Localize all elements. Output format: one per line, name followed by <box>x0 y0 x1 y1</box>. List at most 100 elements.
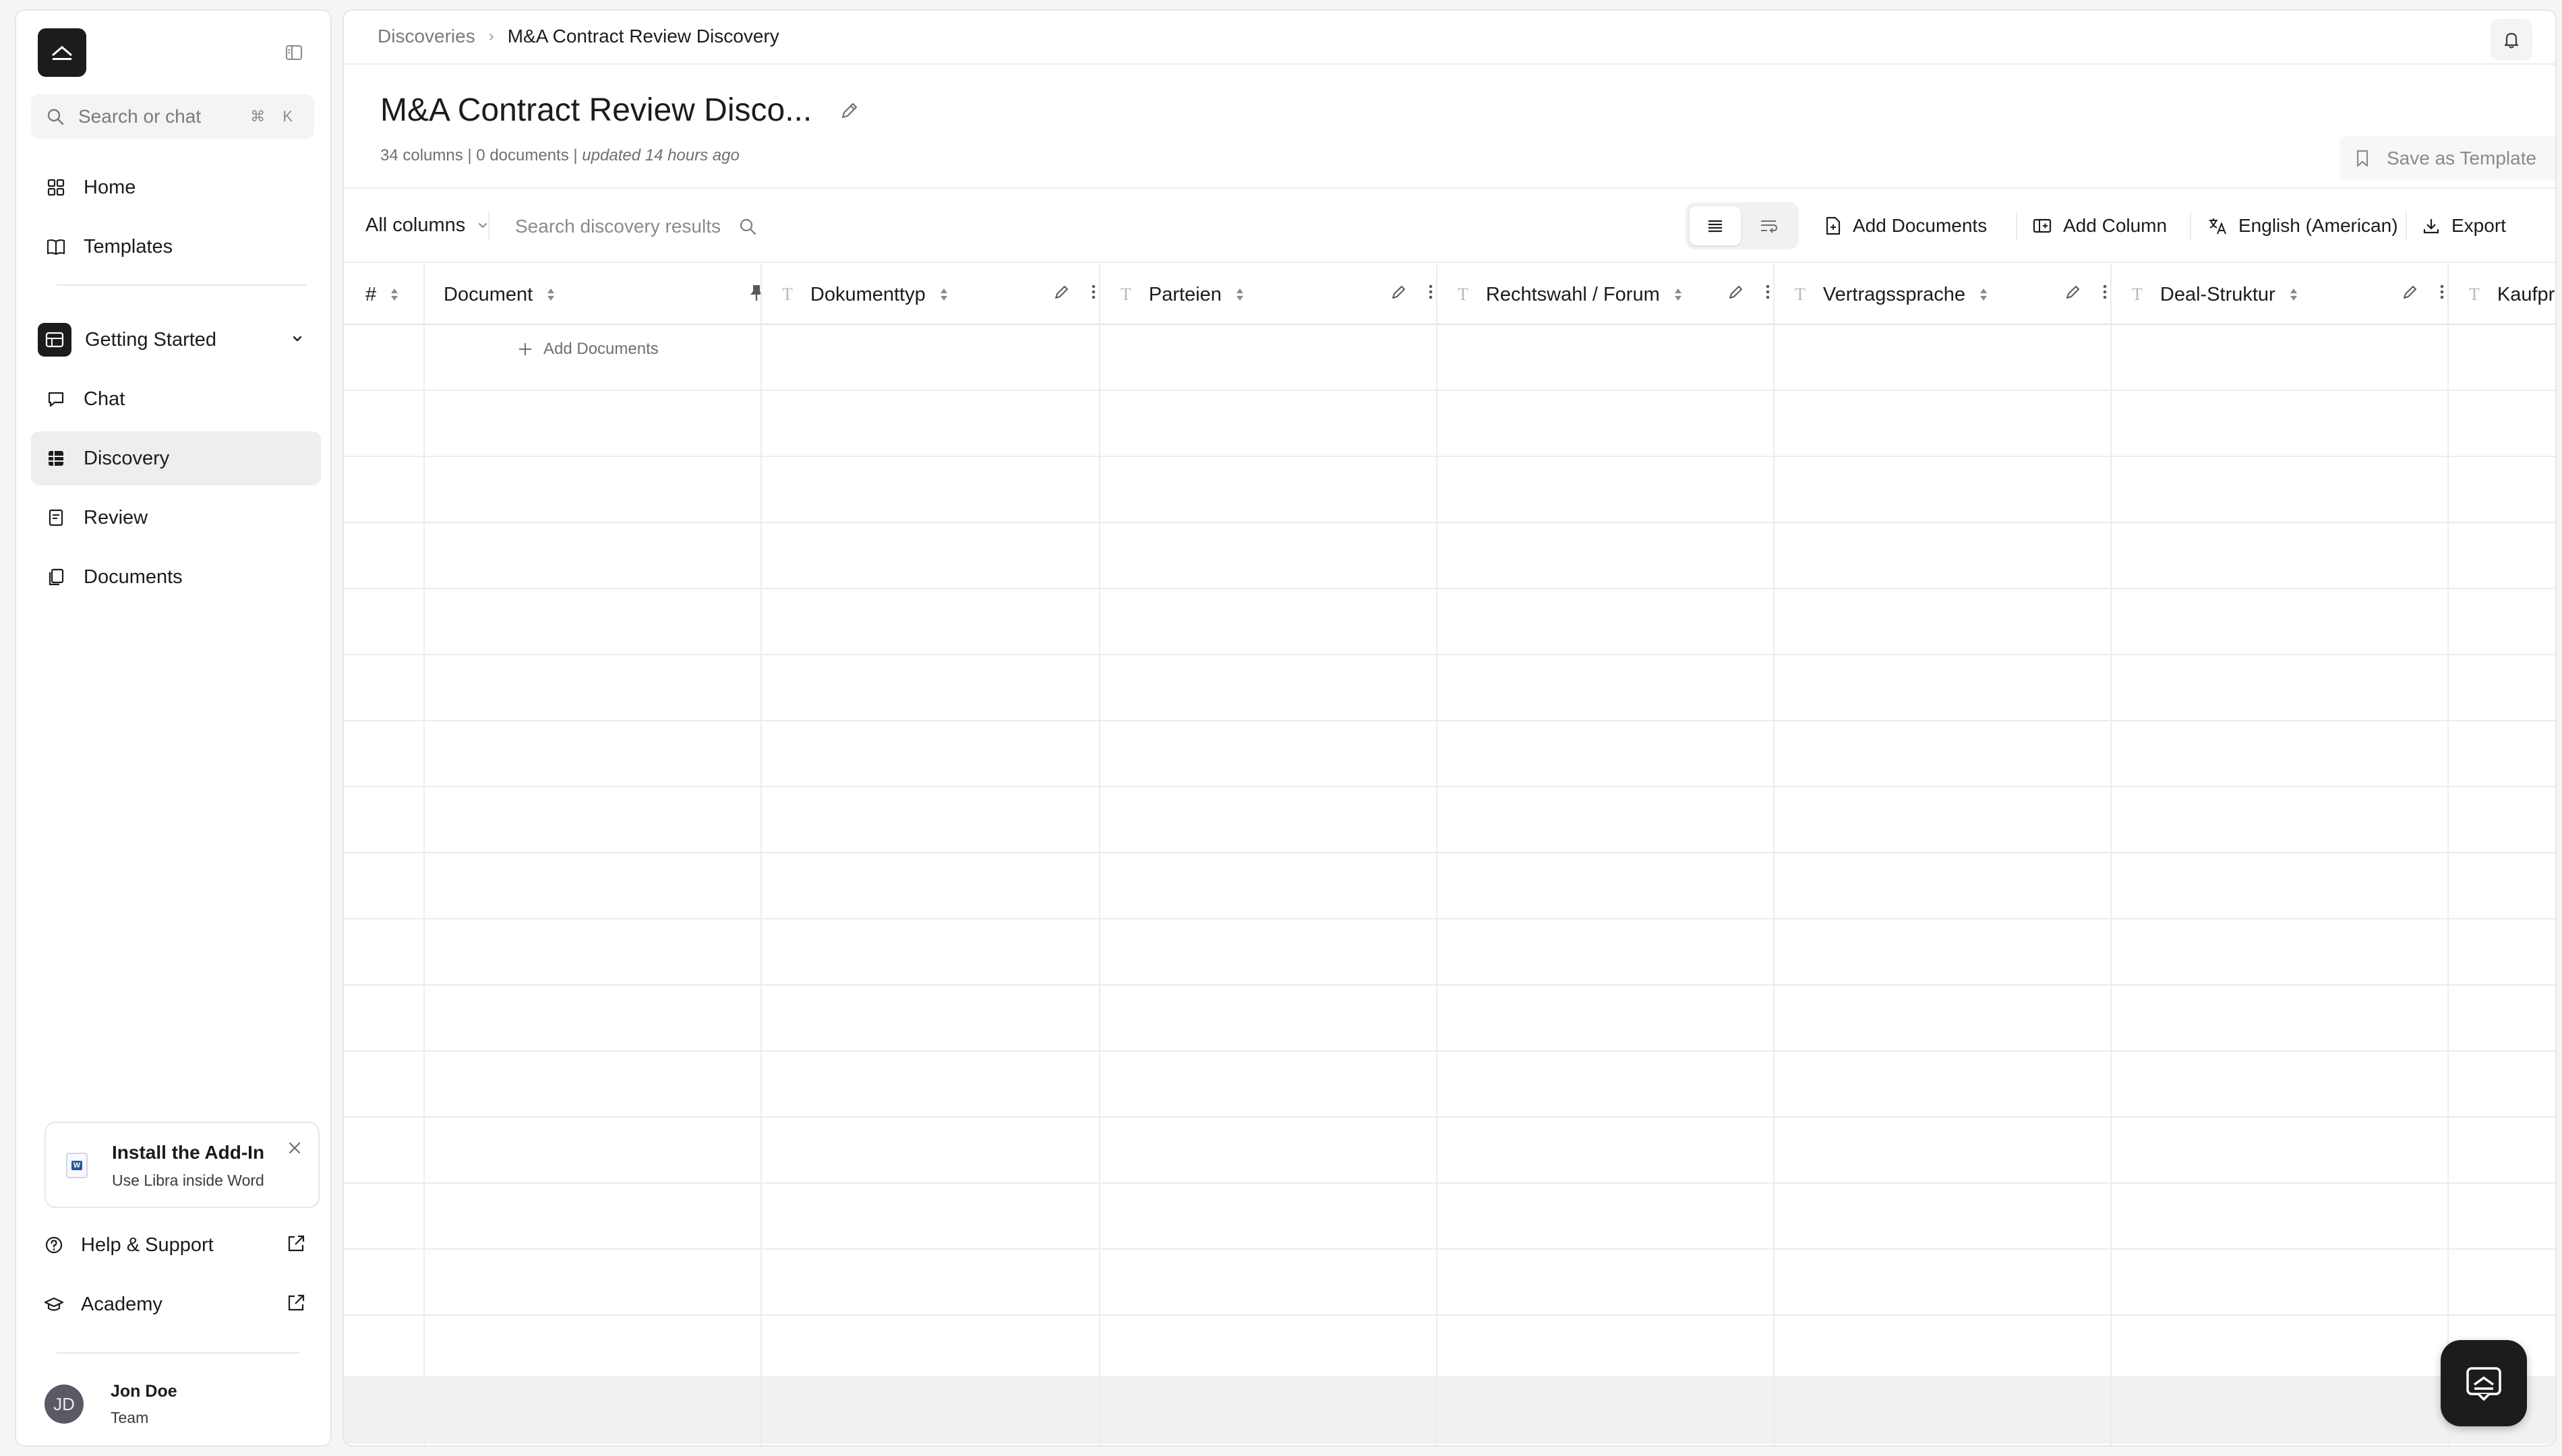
logo-icon[interactable] <box>38 28 86 77</box>
nav-label-home: Home <box>84 176 136 198</box>
column-divider <box>1099 264 1100 1445</box>
column-header-dokumenttyp[interactable]: T Dokumenttyp <box>774 264 1111 325</box>
chat-launcher-button[interactable] <box>2441 1340 2527 1426</box>
pencil-icon[interactable] <box>839 100 860 121</box>
pencil-icon[interactable] <box>2064 283 2082 301</box>
add-documents-row-label: Add Documents <box>543 340 659 358</box>
save-as-template-button[interactable]: Save as Template <box>2340 136 2555 181</box>
academy-link[interactable]: Academy <box>43 1281 320 1328</box>
text-type-icon: T <box>1121 284 1131 304</box>
text-type-icon: T <box>2469 284 2480 304</box>
breadcrumb-discoveries[interactable]: Discoveries <box>378 26 475 47</box>
sort-icon[interactable] <box>1673 286 1683 303</box>
column-divider <box>423 264 425 1445</box>
breadcrumb-separator: › <box>488 27 494 45</box>
nav-item-home[interactable]: Home <box>31 160 321 214</box>
add-documents-label: Add Documents <box>1853 215 1988 236</box>
text-type-icon: T <box>1795 284 1806 304</box>
column-divider <box>761 264 762 1445</box>
toolbar-divider <box>488 212 489 240</box>
discovery-search-input[interactable]: Search discovery results <box>515 216 757 237</box>
sort-icon[interactable] <box>2289 286 2298 303</box>
list-view-icon[interactable] <box>1690 206 1741 245</box>
text-type-icon: T <box>2132 284 2143 304</box>
add-documents-row-button[interactable]: Add Documents <box>516 340 659 359</box>
user-name: Jon Doe <box>111 1382 177 1401</box>
sort-icon[interactable] <box>1235 286 1245 303</box>
page-meta-updated: updated 14 hours ago <box>582 146 740 164</box>
sidebar-search-input[interactable]: Search or chat ⌘ K <box>31 94 314 139</box>
discovery-search-placeholder: Search discovery results <box>515 216 721 237</box>
nav-item-discovery[interactable]: Discovery <box>31 431 321 485</box>
view-toggle <box>1686 202 1799 249</box>
nav-item-review[interactable]: Review <box>31 491 321 545</box>
more-icon[interactable] <box>1428 283 1433 301</box>
export-button[interactable]: Export <box>2422 210 2506 241</box>
nav-item-templates[interactable]: Templates <box>31 220 321 274</box>
sort-icon[interactable] <box>546 286 556 303</box>
more-icon[interactable] <box>2102 283 2108 301</box>
sidebar-collapse-icon[interactable] <box>280 39 307 66</box>
nav-item-documents[interactable]: Documents <box>31 550 321 604</box>
search-shortcut: ⌘ K <box>250 108 299 125</box>
column-header-document[interactable]: Document <box>444 264 779 325</box>
row-divider <box>344 1116 2555 1118</box>
sort-icon[interactable] <box>390 286 399 303</box>
column-divider <box>2110 264 2112 1445</box>
pencil-icon[interactable] <box>1390 283 1408 301</box>
footer-divider <box>57 1352 299 1354</box>
avatar: JD <box>44 1385 84 1424</box>
column-header-deal-struktur[interactable]: T Deal-Struktur <box>2122 264 2460 325</box>
add-column-icon <box>2032 217 2052 235</box>
column-header-kaufpreis[interactable]: T Kaufpr <box>2460 264 2555 325</box>
add-documents-button[interactable]: Add Documents <box>1824 210 1987 241</box>
column-header-parteien[interactable]: T Parteien <box>1111 264 1448 325</box>
columns-filter-dropdown[interactable]: All columns <box>365 214 489 237</box>
help-support-link[interactable]: Help & Support <box>43 1221 320 1269</box>
close-icon[interactable] <box>283 1136 306 1159</box>
search-icon[interactable] <box>738 217 757 236</box>
download-icon <box>2422 216 2441 235</box>
nav-item-chat[interactable]: Chat <box>31 372 321 426</box>
add-column-button[interactable]: Add Column <box>2032 210 2167 241</box>
pin-icon[interactable] <box>748 283 765 302</box>
section-getting-started[interactable]: Getting Started <box>31 311 321 368</box>
pencil-icon[interactable] <box>1727 283 1745 301</box>
row-divider <box>344 1050 2555 1052</box>
nav-label-documents: Documents <box>84 566 183 588</box>
more-icon[interactable] <box>2439 283 2445 301</box>
pencil-icon[interactable] <box>2402 283 2419 301</box>
sidebar: Search or chat ⌘ K Home Templates Gettin… <box>15 9 332 1447</box>
column-header-index[interactable]: # <box>365 264 445 325</box>
wrap-view-icon[interactable] <box>1744 206 1795 245</box>
sort-icon[interactable] <box>1979 286 1988 303</box>
user-profile[interactable]: JD Jon Doe Team <box>44 1378 321 1432</box>
more-icon[interactable] <box>1091 283 1096 301</box>
translate-icon <box>2207 216 2228 235</box>
column-label: Kaufpr <box>2497 283 2555 305</box>
export-label: Export <box>2451 215 2506 236</box>
bell-icon[interactable] <box>2491 19 2532 61</box>
table-icon <box>44 447 67 470</box>
sort-icon[interactable] <box>939 286 949 303</box>
help-icon <box>43 1234 65 1256</box>
column-header-rechtswahl[interactable]: T Rechtswahl / Forum <box>1448 264 1785 325</box>
column-label: # <box>365 283 377 305</box>
text-type-icon: T <box>1458 284 1468 304</box>
row-divider <box>344 786 2555 787</box>
language-selector[interactable]: English (American) <box>2207 210 2398 241</box>
row-divider <box>344 1376 2555 1378</box>
language-label: English (American) <box>2238 215 2398 236</box>
documents-icon <box>44 566 67 588</box>
more-icon[interactable] <box>1765 283 1770 301</box>
nav-label-templates: Templates <box>84 235 173 257</box>
column-header-vertragssprache[interactable]: T Vertragssprache <box>1785 264 2122 325</box>
academy-label: Academy <box>81 1293 162 1315</box>
pencil-icon[interactable] <box>1053 283 1071 301</box>
toolbar: All columns Search discovery results Add… <box>344 187 2555 263</box>
chevron-down-icon[interactable] <box>290 332 305 346</box>
row-divider <box>344 1248 2555 1250</box>
addin-card[interactable]: W Install the Add-In Use Libra inside Wo… <box>44 1122 320 1208</box>
top-bar: Discoveries › M&A Contract Review Discov… <box>344 11 2555 65</box>
text-type-icon: T <box>782 284 793 304</box>
